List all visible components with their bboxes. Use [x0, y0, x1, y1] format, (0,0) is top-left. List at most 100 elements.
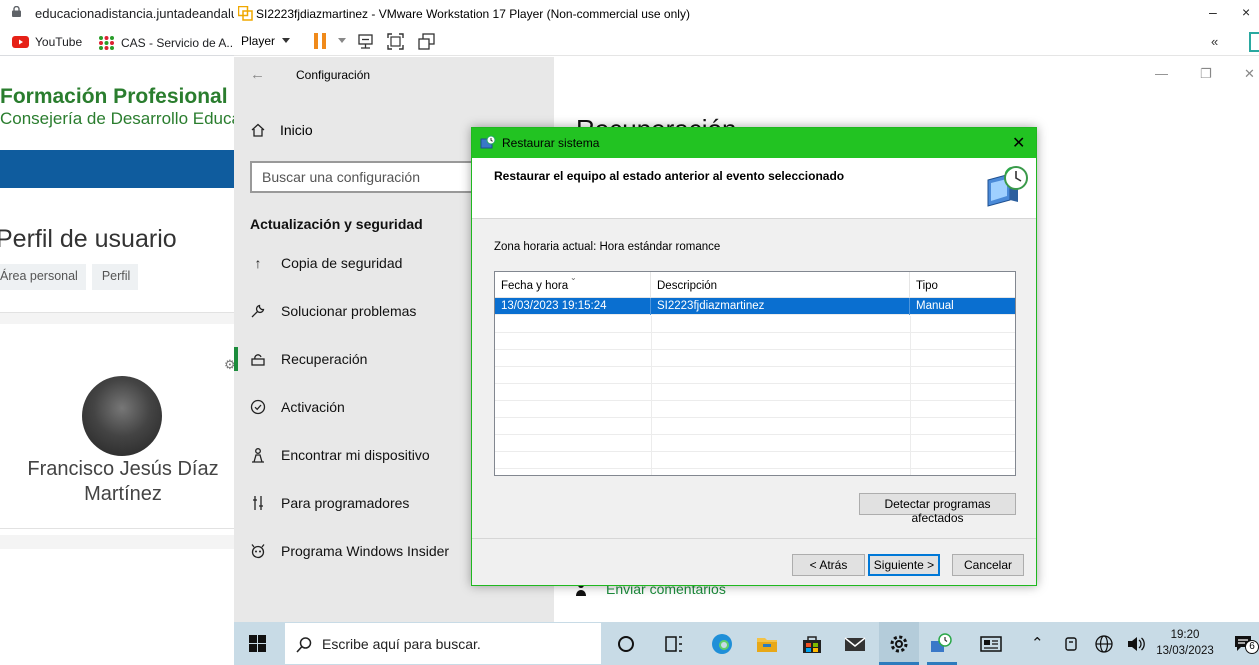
gear-icon[interactable]: ⚙ — [224, 357, 234, 373]
notification-center[interactable]: 6 — [1234, 634, 1259, 654]
empty-row — [495, 333, 1015, 350]
fullscreen-icon[interactable] — [387, 33, 404, 50]
active-indicator — [234, 347, 238, 371]
back-arrow-icon[interactable]: ← — [250, 66, 265, 83]
empty-row — [495, 350, 1015, 367]
restore-points-table[interactable]: Fecha y hora ⌄ Descripción Tipo 13/03/20… — [494, 271, 1016, 476]
collapse-icon[interactable]: « — [1211, 34, 1218, 49]
send-ctrl-alt-del-icon[interactable] — [357, 33, 374, 50]
settings-search-input[interactable]: Buscar una configuración — [250, 161, 488, 193]
table-header: Fecha y hora ⌄ Descripción Tipo — [495, 272, 1015, 298]
breadcrumb-item[interactable]: Perfil — [91, 264, 139, 290]
person-locate-icon — [252, 448, 264, 463]
close-icon[interactable]: ✕ — [1012, 133, 1025, 153]
usb-device-icon[interactable] — [1061, 634, 1081, 654]
divider — [0, 312, 234, 324]
vmware-icon — [238, 6, 253, 21]
volume-icon[interactable] — [1126, 634, 1146, 654]
restore-dialog: Restaurar sistema ✕ Restaurar el equipo … — [471, 127, 1037, 586]
back-button[interactable]: < Atrás — [792, 554, 865, 576]
restore-icon[interactable]: ❐ — [1200, 66, 1212, 82]
clock-date: 13/03/2023 — [1156, 645, 1214, 657]
sidebar-item-label: Activación — [281, 399, 345, 415]
clock[interactable]: 19:20 13/03/2023 — [1150, 627, 1220, 659]
close-icon[interactable]: × — [1242, 4, 1250, 20]
sidebar-item-troubleshoot[interactable]: Solucionar problemas — [250, 299, 416, 323]
chevron-down-icon[interactable] — [338, 38, 346, 43]
next-button[interactable]: Siguiente > — [868, 554, 940, 576]
news-icon[interactable] — [979, 632, 1003, 656]
column-header-type[interactable]: Tipo — [910, 272, 1015, 298]
empty-row — [495, 435, 1015, 452]
sidebar-item-activation[interactable]: Activación — [250, 395, 345, 419]
table-row[interactable]: 13/03/2023 19:15:24 SI2223fjdiazmartinez… — [495, 298, 1015, 315]
site-title: Formación Profesional — [0, 85, 228, 108]
bookmark-cas[interactable]: CAS - Servicio de A... — [98, 35, 234, 50]
detect-affected-programs-button[interactable]: Detectar programas afectados — [859, 493, 1016, 525]
breadcrumb-item[interactable]: Área personal — [0, 264, 86, 290]
user-name: Francisco Jesús Díaz Martínez — [27, 458, 219, 505]
dialog-titlebar: Restaurar sistema ✕ — [472, 128, 1036, 158]
search-icon — [296, 637, 312, 653]
chevron-down-icon[interactable] — [282, 38, 290, 43]
library-icon[interactable] — [1249, 32, 1259, 52]
youtube-icon — [12, 36, 29, 48]
system-restore-icon — [480, 135, 496, 149]
lock-icon — [12, 6, 21, 17]
task-view-icon[interactable] — [662, 632, 686, 656]
file-explorer-icon[interactable] — [755, 632, 779, 656]
column-header-label: Fecha y hora — [501, 280, 569, 292]
home-icon — [251, 123, 265, 137]
mail-icon[interactable] — [843, 632, 867, 656]
empty-row — [495, 401, 1015, 418]
dialog-header: Restaurar el equipo al estado anterior a… — [472, 158, 1036, 219]
bookmark-youtube[interactable]: YouTube — [12, 35, 82, 49]
system-restore-taskbar-icon[interactable] — [929, 632, 953, 656]
wrench-icon — [251, 304, 265, 318]
sidebar-item-label: Copia de seguridad — [281, 255, 403, 271]
dialog-heading: Restaurar el equipo al estado anterior a… — [494, 169, 845, 183]
empty-row — [495, 418, 1015, 435]
settings-window-title: Configuración — [296, 68, 371, 82]
address-bar[interactable]: educacionadistancia.juntadeandalucia.es — [0, 0, 234, 28]
divider — [0, 528, 234, 529]
player-menu[interactable]: Player — [241, 34, 275, 48]
column-header-date[interactable]: Fecha y hora ⌄ — [495, 272, 651, 298]
divider — [0, 535, 234, 549]
sidebar-item-backup[interactable]: ↑ Copia de seguridad — [250, 251, 403, 275]
pause-icon[interactable] — [314, 33, 327, 49]
cortana-icon[interactable] — [614, 632, 638, 656]
sidebar-item-insider[interactable]: Programa Windows Insider — [250, 539, 449, 563]
sidebar-item-label: Inicio — [280, 122, 313, 138]
site-page: Formación Profesional Consejería de Desa… — [0, 57, 234, 665]
sidebar-item-find-device[interactable]: Encontrar mi dispositivo — [250, 443, 430, 467]
globe-icon[interactable] — [1094, 634, 1114, 654]
section-title: Actualización y seguridad — [250, 216, 423, 232]
sidebar-item-recovery[interactable]: Recuperación — [250, 347, 367, 371]
row-type: Manual — [916, 300, 954, 312]
settings-gear-icon[interactable] — [887, 632, 911, 656]
sidebar-item-home[interactable]: Inicio — [250, 122, 313, 138]
close-icon[interactable]: ✕ — [1244, 66, 1255, 82]
notification-count: 6 — [1245, 640, 1259, 654]
sidebar-item-developers[interactable]: Para programadores — [250, 491, 409, 515]
insider-icon — [251, 544, 265, 559]
url-text[interactable]: educacionadistancia.juntadeandalucia.es — [35, 6, 234, 21]
cancel-button[interactable]: Cancelar — [952, 554, 1024, 576]
clock-time: 19:20 — [1170, 629, 1200, 641]
minimize-icon[interactable]: – — [1209, 4, 1217, 20]
chevron-up-icon[interactable]: ⌃ — [1031, 634, 1044, 652]
taskbar-search[interactable]: Escribe aquí para buscar. — [284, 622, 602, 665]
unity-icon[interactable] — [418, 33, 435, 50]
edge-icon[interactable] — [710, 632, 734, 656]
system-restore-large-icon — [987, 166, 1028, 207]
taskbar-search-placeholder: Escribe aquí para buscar. — [322, 636, 481, 652]
minimize-icon[interactable]: — — [1155, 66, 1168, 81]
empty-row — [495, 316, 1015, 333]
bookmark-label: YouTube — [35, 35, 83, 49]
column-header-description[interactable]: Descripción — [651, 272, 910, 298]
windows-start-icon[interactable] — [249, 635, 266, 652]
store-icon[interactable] — [800, 632, 824, 656]
dialog-title: Restaurar sistema — [502, 136, 600, 150]
vmware-titlebar: SI2223fjdiazmartinez - VMware Workstatio… — [234, 0, 1259, 28]
